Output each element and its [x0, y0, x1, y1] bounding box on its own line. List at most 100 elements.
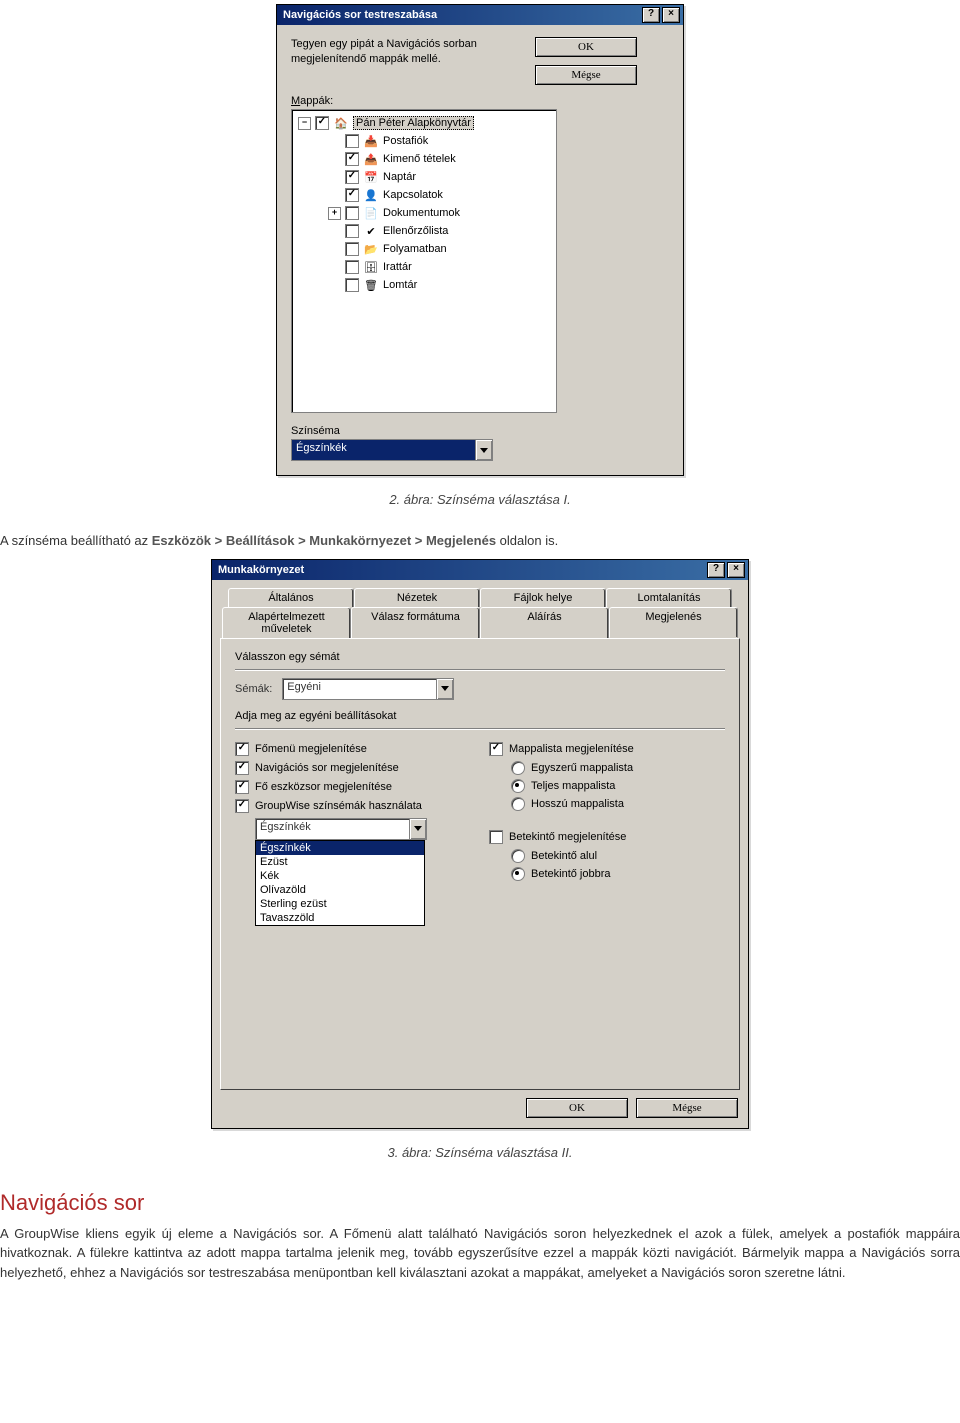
- checkbox[interactable]: ✓: [235, 799, 249, 813]
- checkbox[interactable]: [345, 260, 359, 274]
- radio[interactable]: [511, 849, 525, 863]
- folder-icon: 📂: [363, 242, 379, 256]
- option-radio[interactable]: Teljes mappalista: [511, 779, 725, 793]
- nav-description: A GroupWise kliens egyik új eleme a Navi…: [0, 1224, 960, 1283]
- close-icon[interactable]: ×: [662, 7, 680, 23]
- tree-item[interactable]: +📄Dokumentumok: [296, 204, 556, 222]
- folder-icon: 📤: [363, 152, 379, 166]
- radio[interactable]: [511, 761, 525, 775]
- option-radio[interactable]: Betekintő alul: [511, 849, 725, 863]
- option-radio[interactable]: Egyszerű mappalista: [511, 761, 725, 775]
- figure-caption-1: 2. ábra: Színséma választása I.: [0, 492, 960, 507]
- checkbox[interactable]: ✓: [235, 742, 249, 756]
- section-heading-nav: Navigációs sor: [0, 1190, 960, 1216]
- tab[interactable]: Általános: [228, 588, 354, 607]
- dlg2-titlebar[interactable]: Munkakörnyezet ? ×: [212, 560, 748, 580]
- option-radio[interactable]: Hosszú mappalista: [511, 797, 725, 811]
- option-radio[interactable]: Betekintő jobbra: [511, 867, 725, 881]
- cancel-button[interactable]: Mégse: [535, 65, 637, 85]
- dlg1-instruction: Tegyen egy pipát a Navigációs sorban meg…: [291, 37, 521, 85]
- dropdown-option[interactable]: Tavaszzöld: [256, 911, 424, 925]
- checkbox[interactable]: [489, 830, 503, 844]
- folders-tree[interactable]: −✓🏠Pán Péter Alapkönyvtár📥Postafiók✓📤Kim…: [291, 109, 557, 413]
- folder-icon: 🏠: [333, 116, 349, 130]
- checkbox[interactable]: ✓: [489, 742, 503, 756]
- tab[interactable]: Válasz formátuma: [351, 607, 480, 638]
- checkbox[interactable]: ✓: [345, 188, 359, 202]
- option-check[interactable]: ✓ Fő eszközsor megjelenítése: [235, 780, 471, 794]
- folder-icon: 📄: [363, 206, 379, 220]
- help-icon[interactable]: ?: [707, 562, 725, 578]
- checkbox[interactable]: [345, 242, 359, 256]
- folder-icon: 🗑: [363, 278, 379, 292]
- tree-item[interactable]: ✓📤Kimenő tételek: [296, 150, 556, 168]
- option-check[interactable]: ✓Navigációs sor megjelenítése: [235, 761, 471, 775]
- dlg1-titlebar[interactable]: Navigációs sor testreszabása ? ×: [277, 5, 683, 25]
- dropdown-option[interactable]: Égszínkék: [256, 841, 424, 855]
- tree-item[interactable]: 🗄Irattár: [296, 258, 556, 276]
- checkbox[interactable]: [345, 134, 359, 148]
- radio[interactable]: [511, 779, 525, 793]
- ok-button[interactable]: OK: [526, 1098, 628, 1118]
- tab[interactable]: Aláírás: [480, 607, 609, 638]
- checkbox[interactable]: ✓: [235, 761, 249, 775]
- ok-button[interactable]: OK: [535, 37, 637, 57]
- checkbox[interactable]: ✓: [235, 780, 249, 794]
- tree-item[interactable]: ✓👤Kapcsolatok: [296, 186, 556, 204]
- close-icon[interactable]: ×: [727, 562, 745, 578]
- tree-item-label: Postafiók: [383, 135, 428, 147]
- option-check[interactable]: ✓ Mappalista megjelenítése: [489, 742, 725, 756]
- tree-item[interactable]: 📥Postafiók: [296, 132, 556, 150]
- checkbox[interactable]: ✓: [345, 152, 359, 166]
- scheme-combo[interactable]: Égszínkék: [291, 439, 493, 461]
- tab[interactable]: Megjelenés: [609, 607, 738, 638]
- cancel-button[interactable]: Mégse: [636, 1098, 738, 1118]
- radio[interactable]: [511, 797, 525, 811]
- option-check[interactable]: ✓ Főmenü megjelenítése: [235, 742, 471, 756]
- dropdown-option[interactable]: Kék: [256, 869, 424, 883]
- tab[interactable]: Alapértelmezett műveletek: [222, 607, 351, 638]
- option-label: Fő eszközsor megjelenítése: [255, 781, 392, 793]
- color-scheme-combo[interactable]: Égszínkék: [255, 818, 427, 840]
- checkbox[interactable]: [345, 206, 359, 220]
- tree-item[interactable]: −✓🏠Pán Péter Alapkönyvtár: [296, 114, 556, 132]
- expand-icon[interactable]: −: [298, 117, 311, 130]
- dropdown-option[interactable]: Sterling ezüst: [256, 897, 424, 911]
- chevron-down-icon[interactable]: [475, 440, 492, 460]
- help-icon[interactable]: ?: [642, 7, 660, 23]
- tree-item[interactable]: ✔Ellenőrzőlista: [296, 222, 556, 240]
- option-label: Betekintő jobbra: [531, 868, 611, 880]
- tab[interactable]: Fájlok helye: [480, 588, 606, 607]
- tab[interactable]: Lomtalanítás: [606, 588, 732, 607]
- tree-item[interactable]: 🗑Lomtár: [296, 276, 556, 294]
- option-check[interactable]: Betekintő megjelenítése: [489, 830, 725, 844]
- option-label: Betekintő megjelenítése: [509, 831, 626, 843]
- tree-item[interactable]: ✓📅Naptár: [296, 168, 556, 186]
- group-custom-settings: Adja meg az egyéni beállításokat: [235, 710, 725, 722]
- tree-item-label: Kapcsolatok: [383, 189, 443, 201]
- schemes-combo[interactable]: Egyéni: [282, 678, 454, 700]
- option-label: Mappalista megjelenítése: [509, 743, 634, 755]
- checkbox[interactable]: ✓: [315, 116, 329, 130]
- color-scheme-dropdown[interactable]: ÉgszínkékEzüstKékOlívazöldSterling ezüst…: [255, 840, 425, 926]
- checkbox[interactable]: ✓: [345, 170, 359, 184]
- tab[interactable]: Nézetek: [354, 588, 480, 607]
- chevron-down-icon[interactable]: [436, 679, 453, 699]
- option-label: Főmenü megjelenítése: [255, 743, 367, 755]
- checkbox[interactable]: [345, 278, 359, 292]
- figure-caption-2: 3. ábra: Színséma választása II.: [0, 1145, 960, 1160]
- dropdown-option[interactable]: Olívazöld: [256, 883, 424, 897]
- chevron-down-icon[interactable]: [409, 819, 426, 839]
- option-check[interactable]: ✓ GroupWise színsémák használata: [235, 799, 471, 813]
- tree-item[interactable]: 📂Folyamatban: [296, 240, 556, 258]
- customize-nav-dialog: Navigációs sor testreszabása ? × Tegyen …: [276, 4, 684, 476]
- option-label: Betekintő alul: [531, 850, 597, 862]
- checkbox[interactable]: [345, 224, 359, 238]
- option-label: Egyszerű mappalista: [531, 762, 633, 774]
- schemes-combo-value: Egyéni: [283, 679, 436, 699]
- folder-icon: 🗄: [363, 260, 379, 274]
- radio[interactable]: [511, 867, 525, 881]
- dropdown-option[interactable]: Ezüst: [256, 855, 424, 869]
- expand-icon[interactable]: +: [328, 207, 341, 220]
- option-label: GroupWise színsémák használata: [255, 800, 422, 812]
